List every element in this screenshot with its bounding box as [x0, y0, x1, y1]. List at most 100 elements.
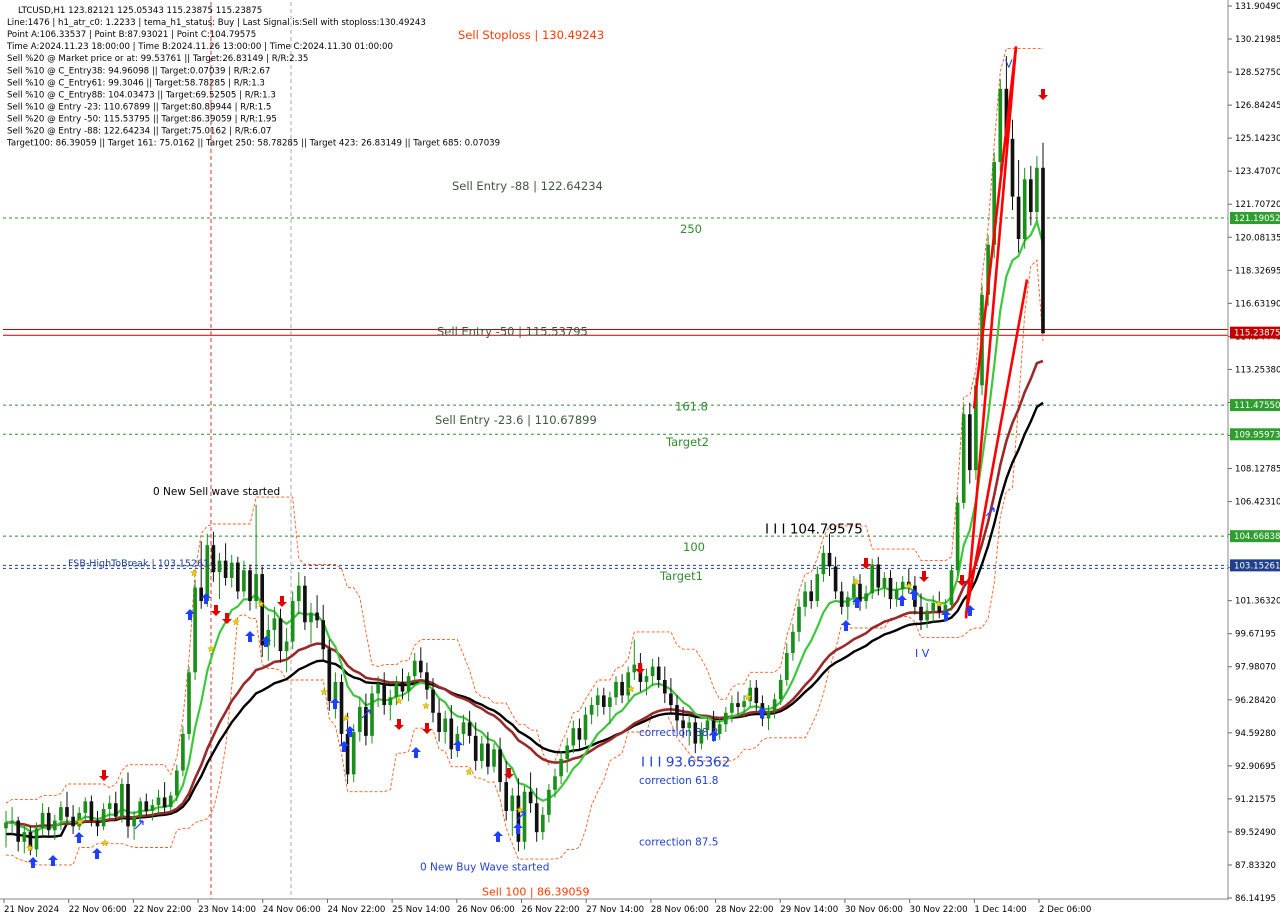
- candle-body: [601, 695, 606, 707]
- candle-body: [248, 570, 252, 602]
- info-line: Point A:106.33537 | Point B:87.93021 | P…: [7, 30, 256, 40]
- candle-body: [595, 695, 600, 706]
- y-tick-label: 96.28420: [1235, 696, 1276, 706]
- y-tick-label: 91.21575: [1235, 795, 1276, 805]
- candle-body: [40, 812, 45, 829]
- candle-body: [870, 564, 875, 594]
- candle-body: [181, 733, 185, 771]
- candle-body: [742, 701, 746, 707]
- candle-body: [803, 591, 807, 607]
- price-tag-label: 104.66838: [1234, 532, 1280, 542]
- candle-body: [412, 660, 417, 677]
- candle-body: [46, 812, 51, 831]
- candle-body: [205, 545, 210, 602]
- candle-body: [418, 660, 423, 673]
- candle-body: [547, 789, 551, 815]
- y-tick-label: 92.90695: [1235, 762, 1276, 772]
- candle-body: [71, 816, 75, 827]
- candle-body: [1016, 196, 1021, 240]
- candle-body: [59, 807, 63, 821]
- candle-body: [1010, 138, 1015, 197]
- candle-body: [577, 728, 582, 740]
- candle-body: [644, 676, 649, 682]
- x-tick-label: 22 Nov 06:00: [69, 905, 127, 915]
- candle-body: [821, 552, 826, 575]
- annotation-label: correction 87.5: [639, 837, 718, 849]
- candle-body: [120, 783, 124, 817]
- candle-body: [961, 414, 966, 503]
- candle-body: [784, 653, 789, 681]
- y-tick-label: 108.12785: [1235, 465, 1280, 475]
- annotation-label: Sell Entry -88 | 122.64234: [452, 179, 603, 193]
- candle-body: [949, 570, 954, 605]
- candle-body: [382, 683, 387, 706]
- y-tick-label: 86.14195: [1235, 894, 1276, 904]
- candle-body: [89, 801, 94, 821]
- info-line: Sell %10 @ C_Entry61: 99.3046 || Target:…: [7, 78, 265, 88]
- candle-body: [339, 681, 344, 734]
- candle-body: [833, 566, 838, 592]
- candle-body: [620, 681, 624, 696]
- candle-body: [187, 672, 191, 734]
- price-tag-label: 111.47550: [1234, 401, 1280, 411]
- candle-body: [632, 664, 637, 673]
- candle-body: [242, 570, 246, 592]
- candle-body: [522, 791, 527, 842]
- candle-body: [437, 712, 441, 733]
- candle-body: [876, 564, 881, 588]
- price-chart[interactable]: MARKETZITRADE Sell Stoploss | 130.49243S…: [0, 0, 1280, 920]
- candle-body: [467, 722, 472, 736]
- candle-body: [144, 801, 149, 811]
- annotation-label: correction 61.8: [639, 775, 718, 787]
- x-tick-label: 28 Nov 22:00: [716, 905, 774, 915]
- candle-body: [967, 414, 972, 471]
- y-tick-label: 116.63190: [1235, 299, 1280, 309]
- candle-body: [894, 589, 899, 600]
- y-tick-label: 101.36320: [1235, 597, 1280, 607]
- candle-body: [235, 562, 240, 592]
- candle-body: [4, 822, 8, 829]
- candle-body: [882, 577, 887, 588]
- candle-body: [675, 705, 679, 721]
- x-tick-label: 25 Nov 14:00: [392, 905, 450, 915]
- candle-body: [931, 602, 936, 611]
- candle-body: [827, 552, 832, 567]
- candle-body: [510, 795, 515, 811]
- candle-body: [809, 591, 814, 602]
- y-tick-label: 113.25380: [1235, 365, 1280, 375]
- candle-body: [272, 618, 277, 630]
- candle-body: [199, 587, 204, 602]
- x-tick-label: 24 Nov 22:00: [327, 905, 385, 915]
- candle-body: [425, 672, 429, 690]
- candle-body: [730, 703, 734, 713]
- price-tag-label: 109.95973: [1234, 430, 1280, 440]
- y-tick-label: 106.42310: [1235, 498, 1280, 508]
- candle-body: [34, 828, 39, 850]
- y-tick-label: 121.70720: [1235, 200, 1280, 210]
- y-tick-label: 131.90490: [1235, 2, 1280, 12]
- annotation-label: Sell 100 | 86.39059: [482, 886, 590, 899]
- x-tick-label: 30 Nov 22:00: [910, 905, 968, 915]
- candle-body: [778, 680, 783, 700]
- candle-body: [431, 689, 435, 713]
- y-tick-label: 118.32695: [1235, 266, 1280, 276]
- candle-body: [565, 745, 570, 759]
- candle-body: [900, 581, 905, 590]
- candle-body: [278, 618, 283, 652]
- y-tick-label: 89.52490: [1235, 828, 1276, 838]
- candle-body: [479, 743, 484, 761]
- symbol-title: LTCUSD,H1 123.82121 125.05343 115.23875 …: [18, 6, 262, 16]
- candle-body: [589, 705, 594, 715]
- annotation-label: 161.8: [675, 399, 708, 413]
- candle-body: [229, 562, 234, 578]
- candle-body: [492, 749, 496, 767]
- candle-body: [815, 574, 820, 602]
- candle-body: [553, 776, 557, 790]
- price-tag-label: 103.15261: [1234, 561, 1280, 571]
- x-tick-label: 2 Dec 06:00: [1039, 905, 1091, 915]
- candle-body: [1022, 179, 1027, 240]
- annotation-label: I I I 104.79575: [765, 522, 863, 538]
- candle-body: [723, 712, 728, 725]
- candle-body: [65, 807, 69, 817]
- candle-body: [83, 801, 88, 813]
